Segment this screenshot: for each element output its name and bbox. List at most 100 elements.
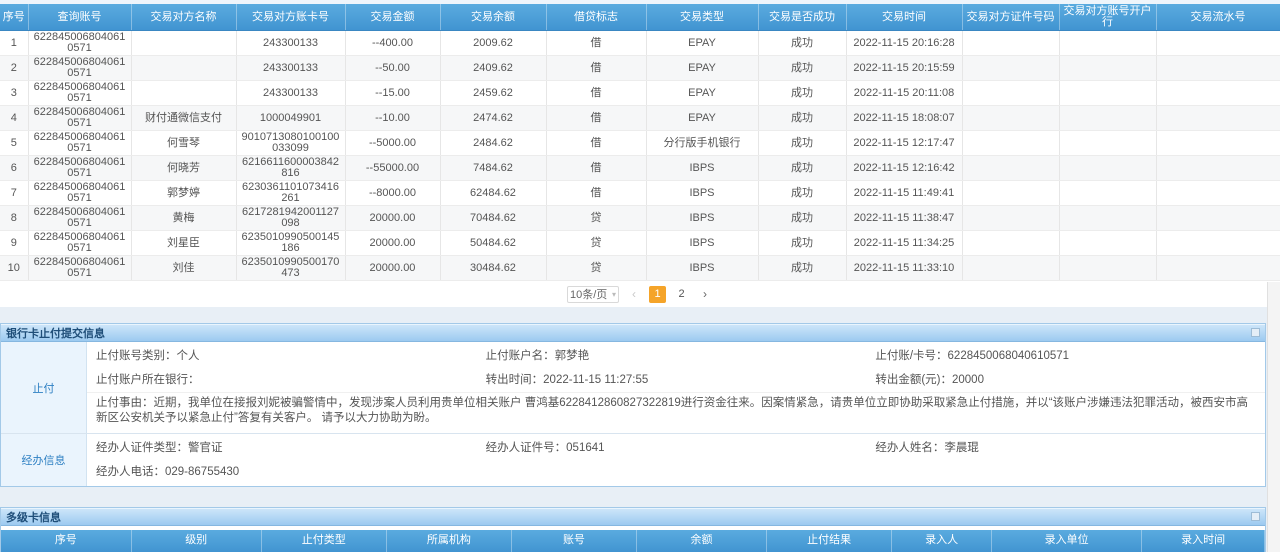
- table-cell: 黄梅: [131, 206, 236, 231]
- field-agent-name: 经办人姓名：李晨琨: [875, 436, 1265, 460]
- multicard-table-head: 序号级别止付类型所属机构账号余额止付结果录入人录入单位录入时间: [1, 530, 1265, 552]
- table-cell: 成功: [758, 181, 846, 206]
- table-row: 16228450068040610571243300133--400.00200…: [0, 31, 1280, 56]
- table-cell: [962, 106, 1059, 131]
- table-cell: --50.00: [345, 56, 440, 81]
- transactions-panel: 序号查询账号交易对方名称交易对方账卡号交易金额交易余额借贷标志交易类型交易是否成…: [0, 0, 1280, 307]
- table-cell: [131, 81, 236, 106]
- table-cell: 6228450068040610571: [28, 106, 131, 131]
- table-cell: 5: [0, 131, 28, 156]
- table-cell: 6216611600003842816: [236, 156, 345, 181]
- page-number-button[interactable]: 2: [673, 286, 690, 303]
- table-cell: 243300133: [236, 31, 345, 56]
- table-cell: 2409.62: [440, 56, 546, 81]
- table-cell: EPAY: [646, 56, 758, 81]
- field-transfer-time: 转出时间：2022-11-15 11:27:55: [486, 368, 876, 392]
- table-cell: EPAY: [646, 81, 758, 106]
- stop-payment-group-label: 止付: [1, 342, 87, 433]
- field-value: 029-86755430: [165, 466, 239, 478]
- table-cell: 贷: [546, 206, 646, 231]
- table-cell: 何雪琴: [131, 131, 236, 156]
- table-cell: [962, 156, 1059, 181]
- table-cell: [962, 131, 1059, 156]
- page-number-button[interactable]: 1: [649, 286, 666, 303]
- table-cell: 243300133: [236, 56, 345, 81]
- column-header: 序号: [1, 530, 131, 552]
- table-cell: --8000.00: [345, 181, 440, 206]
- table-cell: 分行版手机银行: [646, 131, 758, 156]
- table-cell: 2459.62: [440, 81, 546, 106]
- table-cell: 8: [0, 206, 28, 231]
- table-cell: 2022-11-15 20:11:08: [846, 81, 962, 106]
- table-cell: [1059, 156, 1156, 181]
- field-label: 止付账/卡号：: [875, 350, 947, 362]
- table-cell: --55000.00: [345, 156, 440, 181]
- page-size-select[interactable]: 10条/页 ▾: [567, 286, 619, 303]
- stop-payment-section-title: 银行卡止付提交信息: [6, 325, 105, 341]
- table-cell: 30484.62: [440, 256, 546, 281]
- table-cell: 成功: [758, 106, 846, 131]
- field-value: 郭梦艳: [555, 350, 590, 362]
- table-cell: 2022-11-15 20:16:28: [846, 31, 962, 56]
- table-cell: 成功: [758, 206, 846, 231]
- agent-info-block: 经办信息 经办人证件类型：警官证 经办人证件号：051641 经办人姓名：李晨琨…: [1, 433, 1265, 486]
- column-header: 账号: [511, 530, 636, 552]
- table-cell: IBPS: [646, 156, 758, 181]
- table-cell: 2022-11-15 12:17:47: [846, 131, 962, 156]
- table-cell: 6228450068040610571: [28, 81, 131, 106]
- table-cell: 6217281942001127098: [236, 206, 345, 231]
- collapse-icon[interactable]: [1251, 512, 1260, 521]
- table-cell: --10.00: [345, 106, 440, 131]
- table-cell: 9: [0, 231, 28, 256]
- table-cell: 成功: [758, 231, 846, 256]
- table-cell: [1156, 131, 1280, 156]
- table-cell: --400.00: [345, 31, 440, 56]
- table-cell: 2022-11-15 11:34:25: [846, 231, 962, 256]
- column-header: 余额: [636, 530, 766, 552]
- next-page-button[interactable]: ›: [697, 286, 713, 303]
- field-cert-no: 经办人证件号：051641: [486, 436, 876, 460]
- table-cell: 6: [0, 156, 28, 181]
- table-cell: [962, 256, 1059, 281]
- table-cell: 6235010990500145186: [236, 231, 345, 256]
- table-cell: --5000.00: [345, 131, 440, 156]
- table-cell: 3: [0, 81, 28, 106]
- section-gap: [0, 307, 1280, 323]
- table-cell: IBPS: [646, 181, 758, 206]
- table-cell: 6228450068040610571: [28, 156, 131, 181]
- table-cell: 9010713080100100033099: [236, 131, 345, 156]
- prev-page-button[interactable]: ‹: [626, 286, 642, 303]
- vertical-scrollbar[interactable]: [1267, 282, 1280, 552]
- table-cell: 6228450068040610571: [28, 256, 131, 281]
- column-header: 录入单位: [992, 530, 1142, 552]
- multicard-section-header: 多级卡信息: [1, 508, 1265, 526]
- table-cell: 借: [546, 56, 646, 81]
- field-label: 经办人电话：: [96, 466, 165, 478]
- table-cell: 6228450068040610571: [28, 181, 131, 206]
- table-row: 36228450068040610571243300133--15.002459…: [0, 81, 1280, 106]
- table-row: 86228450068040610571黄梅621728194200112709…: [0, 206, 1280, 231]
- section-gap: [0, 487, 1280, 507]
- field-label: 转出时间：: [486, 374, 544, 386]
- column-header: 所属机构: [386, 530, 511, 552]
- table-cell: 50484.62: [440, 231, 546, 256]
- table-cell: [1059, 206, 1156, 231]
- column-header: 交易是否成功: [758, 4, 846, 31]
- multicard-section-title: 多级卡信息: [6, 509, 61, 525]
- field-value: 警官证: [188, 442, 223, 454]
- column-header: 借贷标志: [546, 4, 646, 31]
- table-cell: 2009.62: [440, 31, 546, 56]
- table-cell: 1: [0, 31, 28, 56]
- table-cell: 2022-11-15 20:15:59: [846, 56, 962, 81]
- table-row: 26228450068040610571243300133--50.002409…: [0, 56, 1280, 81]
- table-row: 66228450068040610571何晓芳62166116000038428…: [0, 156, 1280, 181]
- table-cell: 成功: [758, 131, 846, 156]
- field-label: 止付账户所在银行：: [96, 374, 200, 386]
- collapse-icon[interactable]: [1251, 328, 1260, 337]
- table-cell: [1156, 81, 1280, 106]
- table-cell: IBPS: [646, 206, 758, 231]
- table-cell: 借: [546, 31, 646, 56]
- table-row: 96228450068040610571刘星臣62350109905001451…: [0, 231, 1280, 256]
- transactions-table-body: 16228450068040610571243300133--400.00200…: [0, 31, 1280, 281]
- table-cell: 成功: [758, 156, 846, 181]
